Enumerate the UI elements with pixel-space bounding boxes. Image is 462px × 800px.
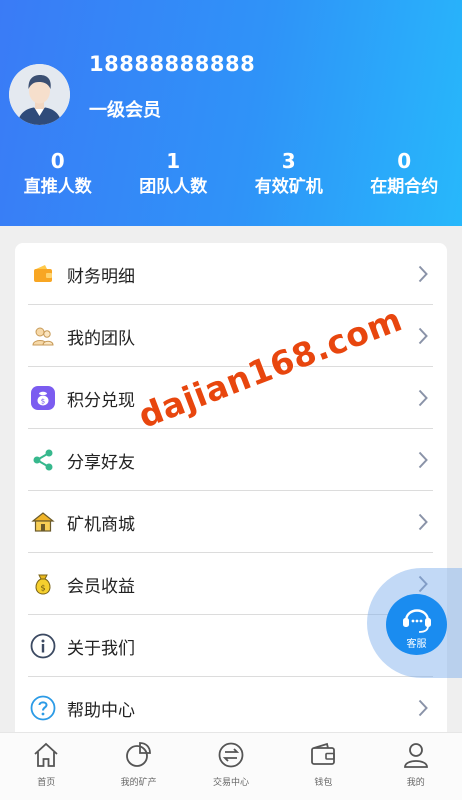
team-icon: [30, 323, 56, 349]
chevron-right-icon: [418, 389, 428, 407]
tab-label: 我的: [406, 778, 425, 788]
share-icon: [30, 447, 56, 473]
stats-row: 0 直推人数 1 团队人数 3 有效矿机 0 在期合约: [0, 148, 462, 200]
menu-item-shop[interactable]: 矿机商城: [15, 491, 447, 553]
chevron-right-icon: [418, 327, 428, 345]
help-icon: [30, 695, 56, 721]
chevron-right-icon: [418, 699, 428, 717]
customer-service-button[interactable]: 客服: [386, 594, 447, 655]
user-icon: [403, 743, 428, 768]
menu-label: 会员收益: [67, 576, 135, 597]
shop-house-icon: [30, 509, 56, 535]
stat-label: 在期合约: [370, 177, 439, 197]
menu-label: 财务明细: [67, 266, 135, 287]
profile-header: 18888888888 一级会员 0 直推人数 1 团队人数 3 有效矿机 0 …: [0, 0, 462, 226]
stat-value: 0: [397, 149, 412, 173]
menu-item-help[interactable]: 帮助中心: [15, 677, 447, 739]
info-icon: [30, 633, 56, 659]
stat-miners[interactable]: 3 有效矿机: [231, 148, 347, 200]
stat-contracts[interactable]: 0 在期合约: [347, 148, 462, 200]
tab-label: 钱包: [314, 778, 333, 788]
chevron-right-icon: [418, 513, 428, 531]
headset-icon: [402, 609, 431, 633]
menu-item-share[interactable]: 分享好友: [15, 429, 447, 491]
tab-my-assets[interactable]: 我的矿产: [92, 733, 184, 800]
svg-text:$: $: [40, 584, 45, 593]
points-bag-icon: $: [30, 385, 56, 411]
exchange-icon: [218, 742, 244, 768]
customer-service-label: 客服: [406, 639, 427, 650]
menu-label: 分享好友: [67, 452, 135, 473]
tab-home[interactable]: 首页: [0, 733, 92, 800]
menu-label: 矿机商城: [67, 514, 135, 535]
tab-trade-center[interactable]: 交易中心: [185, 733, 277, 800]
bottom-tab-bar: 首页 我的矿产 交易中心 钱包 我的: [0, 732, 462, 800]
chevron-right-icon: [418, 265, 428, 283]
user-phone: 18888888888: [89, 52, 256, 76]
svg-text:$: $: [41, 398, 45, 406]
wallet-outline-icon: [311, 742, 336, 765]
money-bag-icon: $: [30, 571, 56, 597]
tab-label: 我的矿产: [120, 778, 157, 788]
stat-team[interactable]: 1 团队人数: [116, 148, 232, 200]
chevron-right-icon: [418, 451, 428, 469]
tab-label: 首页: [37, 778, 56, 788]
stat-label: 团队人数: [139, 177, 208, 197]
menu-label: 帮助中心: [67, 700, 135, 721]
stat-label: 有效矿机: [254, 177, 323, 197]
avatar[interactable]: [9, 64, 70, 125]
home-icon: [34, 742, 58, 767]
stat-value: 1: [166, 149, 181, 173]
menu-label: 关于我们: [67, 638, 135, 659]
tab-me[interactable]: 我的: [370, 733, 462, 800]
pie-chart-icon: [126, 742, 152, 767]
tab-wallet[interactable]: 钱包: [277, 733, 369, 800]
stat-direct[interactable]: 0 直推人数: [0, 148, 116, 200]
menu-label: 我的团队: [67, 328, 135, 349]
member-level: 一级会员: [89, 100, 161, 121]
menu-label: 积分兑现: [67, 390, 135, 411]
stat-value: 0: [50, 149, 65, 173]
wallet-icon: [30, 261, 56, 287]
tab-label: 交易中心: [212, 778, 249, 788]
stat-label: 直推人数: [23, 177, 92, 197]
menu-item-finance[interactable]: 财务明细: [15, 243, 447, 305]
stat-value: 3: [281, 149, 296, 173]
